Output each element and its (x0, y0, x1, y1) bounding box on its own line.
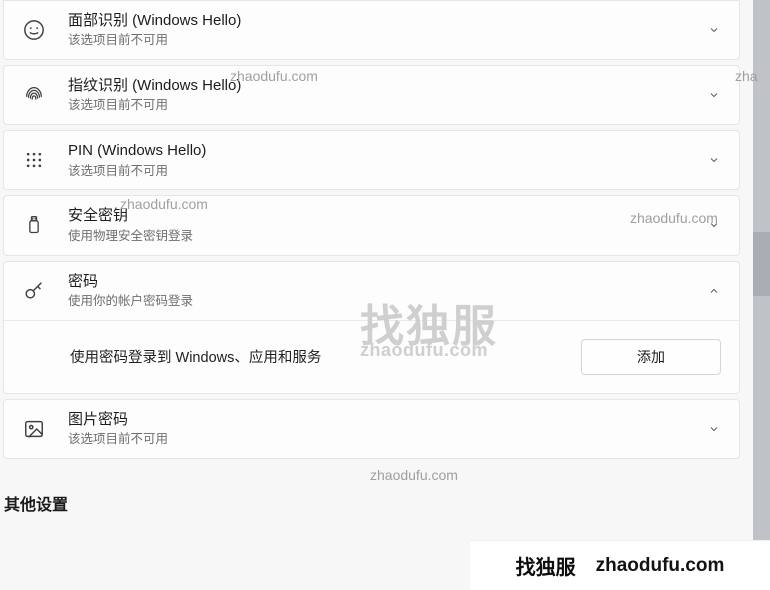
chevron-down-icon (707, 88, 721, 102)
chevron-down-icon (707, 422, 721, 436)
banner-domain: zhaodufu.com (596, 555, 725, 577)
source-banner: 找独服 zhaodufu.com (470, 540, 770, 590)
banner-brand: 找独服 (516, 551, 576, 580)
option-subtitle: 该选项目前不可用 (68, 431, 707, 448)
option-title: 图片密码 (68, 410, 707, 430)
option-picture-password[interactable]: 图片密码 该选项目前不可用 (4, 400, 739, 458)
option-title: 密码 (68, 272, 707, 292)
option-pin[interactable]: PIN (Windows Hello) 该选项目前不可用 (4, 131, 739, 189)
option-fingerprint[interactable]: 指纹识别 (Windows Hello) 该选项目前不可用 (4, 66, 739, 124)
option-password[interactable]: 密码 使用你的帐户密码登录 (4, 262, 739, 320)
option-security-key[interactable]: 安全密钥 使用物理安全密钥登录 (4, 196, 739, 254)
option-face-recognition[interactable]: 面部识别 (Windows Hello) 该选项目前不可用 (4, 1, 739, 59)
option-title: 指纹识别 (Windows Hello) (68, 76, 707, 96)
background-window-sliver (753, 0, 770, 590)
image-icon (22, 417, 46, 441)
usb-key-icon (22, 213, 46, 237)
option-subtitle: 使用你的帐户密码登录 (68, 293, 707, 310)
key-icon (22, 279, 46, 303)
chevron-down-icon (707, 218, 721, 232)
option-subtitle: 该选项目前不可用 (68, 163, 707, 180)
section-heading-other: 其他设置 (4, 491, 740, 515)
option-subtitle: 使用物理安全密钥登录 (68, 228, 707, 245)
chevron-up-icon (707, 284, 721, 298)
face-icon (22, 18, 46, 42)
add-password-button[interactable]: 添加 (581, 339, 721, 375)
chevron-down-icon (707, 153, 721, 167)
option-title: 面部识别 (Windows Hello) (68, 11, 707, 31)
option-title: 安全密钥 (68, 206, 707, 226)
option-subtitle: 该选项目前不可用 (68, 97, 707, 114)
option-subtitle: 该选项目前不可用 (68, 32, 707, 49)
option-title: PIN (Windows Hello) (68, 141, 707, 161)
password-expanded-panel: 使用密码登录到 Windows、应用和服务 添加 (4, 320, 739, 393)
chevron-down-icon (707, 23, 721, 37)
keypad-icon (22, 148, 46, 172)
fingerprint-icon (22, 83, 46, 107)
password-description: 使用密码登录到 Windows、应用和服务 (70, 346, 321, 367)
